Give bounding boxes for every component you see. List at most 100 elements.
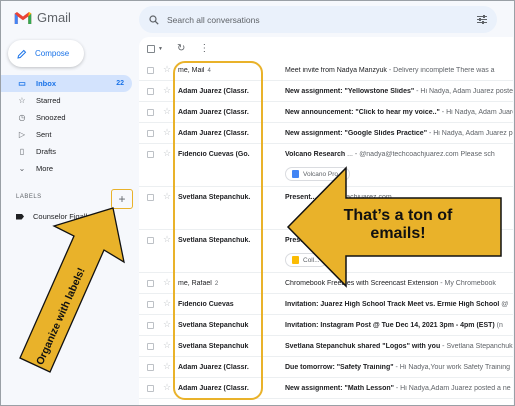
- star-icon[interactable]: ☆: [163, 340, 171, 351]
- email-sender: Adam Juarez (Classr.: [178, 364, 282, 371]
- search-bar[interactable]: [139, 6, 497, 33]
- email-snippet: (n: [494, 322, 503, 329]
- labels-heading: LABELS: [16, 194, 42, 200]
- star-icon[interactable]: ☆: [163, 85, 171, 96]
- email-snippet: @: [499, 301, 509, 308]
- star-icon[interactable]: ☆: [163, 319, 171, 330]
- filter-options-icon[interactable]: [477, 15, 487, 24]
- gmail-logo[interactable]: Gmail: [14, 10, 71, 25]
- row-checkbox[interactable]: [147, 194, 154, 201]
- sender-name: Adam Juarez (Classr.: [178, 364, 249, 371]
- sidebar-item-label: Sent: [36, 130, 52, 139]
- email-row[interactable]: ☆ Adam Juarez (Classr. New assignment: "Go…: [139, 123, 513, 144]
- row-checkbox[interactable]: [147, 364, 154, 371]
- select-all-checkbox[interactable]: [147, 44, 155, 53]
- email-snippet: - Hi Nadya, Adam Juarez posted: [428, 130, 513, 137]
- row-checkbox[interactable]: [147, 109, 154, 116]
- star-icon[interactable]: ☆: [163, 64, 171, 75]
- star-icon[interactable]: ☆: [163, 382, 171, 393]
- email-row[interactable]: ☆ Adam Juarez (Classr. New assignment: "Ma…: [139, 378, 513, 399]
- star-icon[interactable]: ☆: [163, 127, 171, 138]
- sender-name: Adam Juarez (Classr.: [178, 88, 249, 95]
- email-subject: Invitation: Juarez High School Track Mee…: [285, 301, 500, 308]
- sidebar-item-drafts[interactable]: ▯ Drafts: [0, 143, 132, 160]
- star-icon[interactable]: ☆: [163, 148, 171, 159]
- star-icon: ☆: [18, 96, 26, 105]
- row-checkbox[interactable]: [147, 322, 154, 329]
- sidebar-nav: ▭ Inbox 22 ☆ Starred ◷ Snoozed ▷ Sent ▯ …: [0, 75, 132, 177]
- row-checkbox[interactable]: [147, 280, 154, 287]
- email-subject: New assignment: "Google Slides Practice": [285, 130, 428, 137]
- email-subject-line: Invitation: Juarez High School Track Mee…: [285, 301, 513, 308]
- email-sender: Svetlana Stepanchuk: [178, 343, 282, 350]
- refresh-icon[interactable]: ↻: [177, 43, 185, 54]
- sidebar-item-label: Snoozed: [36, 113, 66, 122]
- star-icon[interactable]: ☆: [163, 234, 171, 245]
- sidebar-item-more[interactable]: ⌄ More: [0, 160, 132, 177]
- row-checkbox[interactable]: [147, 151, 154, 158]
- email-sender: me, Rafael 2: [178, 280, 282, 287]
- row-checkbox[interactable]: [147, 88, 154, 95]
- email-row[interactable]: ☆ Svetlana Stepanchuk Invitation: Instagra…: [139, 315, 513, 336]
- sender-name: Svetlana Stepanchuk.: [178, 237, 251, 244]
- email-sender: Adam Juarez (Classr.: [178, 130, 282, 137]
- star-icon[interactable]: ☆: [163, 277, 171, 288]
- more-vert-icon[interactable]: ⋮: [199, 43, 209, 54]
- sidebar-item-label: More: [36, 164, 54, 173]
- pencil-icon: [17, 49, 27, 59]
- chevron-down-icon: ⌄: [18, 164, 26, 173]
- email-subject: Volcano Research: [285, 151, 346, 158]
- row-checkbox[interactable]: [147, 67, 154, 74]
- row-checkbox[interactable]: [147, 301, 154, 308]
- email-sender: Svetlana Stepanchuk: [178, 322, 282, 329]
- search-input[interactable]: [167, 14, 469, 25]
- email-snippet: - Hi Nadya,Your work Safety Training: [393, 364, 511, 371]
- row-checkbox[interactable]: [147, 343, 154, 350]
- sidebar-item-starred[interactable]: ☆ Starred: [0, 92, 132, 109]
- sidebar-item-sent[interactable]: ▷ Sent: [0, 126, 132, 143]
- sidebar-item-label: Drafts: [36, 147, 57, 156]
- caret-down-icon[interactable]: ▼: [158, 46, 163, 52]
- email-sender: Adam Juarez (Classr.: [178, 109, 282, 116]
- email-sender: Adam Juarez (Classr.: [178, 385, 282, 392]
- email-subject-line: Invitation: Instagram Post @ Tue Dec 14,…: [285, 322, 513, 329]
- row-checkbox[interactable]: [147, 237, 154, 244]
- gmail-m-icon: [14, 11, 32, 24]
- email-snippet: - Delivery incomplete There was a: [386, 67, 495, 74]
- compose-button[interactable]: Compose: [8, 40, 84, 67]
- email-snippet: - Hi Nadya, Adam Juarez po: [441, 109, 513, 116]
- email-sender: me, Mail 4: [178, 67, 282, 74]
- email-subject-line: Volcano Research ... - @nadya@techcoachj…: [285, 151, 513, 158]
- star-icon[interactable]: ☆: [163, 361, 171, 372]
- sidebar-item-snoozed[interactable]: ◷ Snoozed: [0, 109, 132, 126]
- search-icon[interactable]: [149, 14, 159, 25]
- email-subject-line: New assignment: "Google Slides Practice"…: [285, 130, 513, 137]
- email-row[interactable]: ☆ Svetlana Stepanchuk Svetlana Stepanchuk …: [139, 336, 513, 357]
- email-row[interactable]: ☆ Adam Juarez (Classr. New assignment: "Ye…: [139, 81, 513, 102]
- email-subject: Svetlana Stepanchuk shared "Logos" with …: [285, 343, 441, 350]
- email-sender: Adam Juarez (Classr.: [178, 88, 282, 95]
- callout-line-2: emails!: [370, 225, 426, 243]
- row-checkbox[interactable]: [147, 385, 154, 392]
- star-icon[interactable]: ☆: [163, 298, 171, 309]
- email-subject: Meet invite from Nadya Manzyuk: [285, 67, 387, 74]
- email-subject-line: New assignment: "Math Lesson" - Hi Nadya…: [285, 385, 513, 392]
- star-icon[interactable]: ☆: [163, 106, 171, 117]
- draft-icon: ▯: [19, 147, 25, 156]
- email-row[interactable]: ☆ Adam Juarez (Classr. New announcement: "…: [139, 102, 513, 123]
- clock-icon: ◷: [18, 113, 26, 122]
- sidebar-item-inbox[interactable]: ▭ Inbox 22: [0, 75, 132, 92]
- email-row[interactable]: ☆ Fidencio Cuevas Invitation: Juarez High …: [139, 294, 513, 315]
- sender-name: Svetlana Stepanchuk.: [178, 194, 251, 201]
- star-icon[interactable]: ☆: [163, 191, 171, 202]
- email-row[interactable]: ☆ Adam Juarez (Classr. Due tomorrow: "Safe…: [139, 357, 513, 378]
- email-snippet: - Hi Nadya,Adam Juarez posted a ne: [393, 385, 511, 392]
- email-subject-line: New announcement: "Click to hear my voic…: [285, 109, 513, 116]
- list-toolbar: ▼ ↻ ⋮: [139, 37, 513, 60]
- row-checkbox[interactable]: [147, 130, 154, 137]
- email-snippet: ... - @nadya@techcoachjuarez.com Please …: [345, 151, 495, 158]
- email-sender: Fidencio Cuevas (Go.: [178, 151, 282, 158]
- select-all-control[interactable]: ▼: [147, 44, 163, 53]
- email-subject: New announcement: "Click to hear my voic…: [285, 109, 440, 116]
- email-row[interactable]: ☆ me, Mail 4 Meet invite from Nadya Manzyuk…: [139, 60, 513, 81]
